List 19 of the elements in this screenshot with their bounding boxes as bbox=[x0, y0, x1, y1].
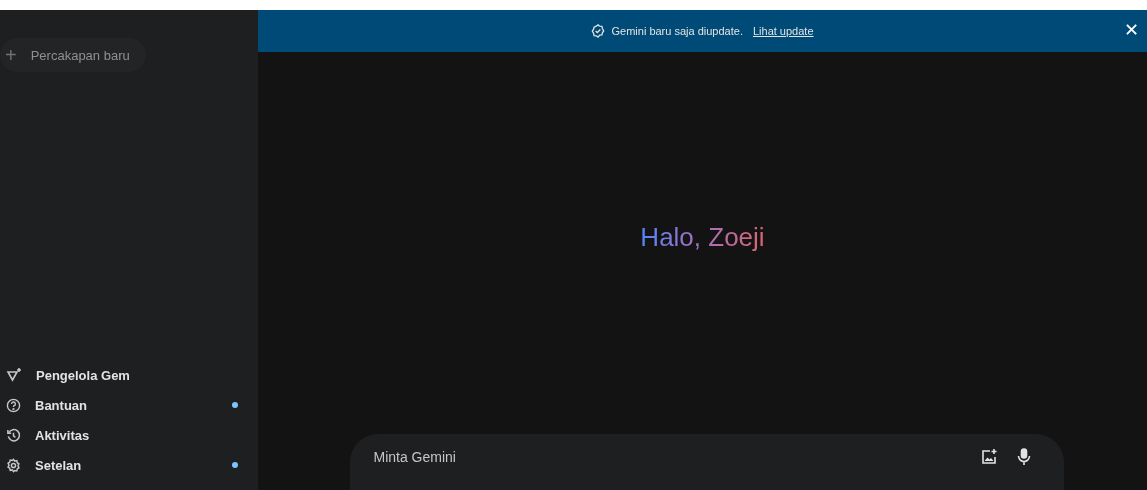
close-button[interactable]: ✕ bbox=[1120, 19, 1143, 41]
verified-check-icon bbox=[591, 24, 606, 38]
see-update-link[interactable]: Lihat update bbox=[752, 25, 814, 37]
settings-icon bbox=[6, 457, 21, 473]
diamond-sparkle-icon bbox=[6, 367, 22, 383]
sidebar-item[interactable]: Setelan bbox=[0, 450, 248, 480]
plus-icon: + bbox=[5, 43, 17, 67]
banner-message: Gemini baru saja diupdate. bbox=[611, 25, 743, 37]
help-icon bbox=[6, 397, 21, 413]
new-chat-button[interactable]: + Percakapan baru bbox=[0, 38, 146, 72]
sidebar-item[interactable]: Pengelola Gem bbox=[0, 360, 248, 390]
sidebar-item[interactable]: Bantuan bbox=[0, 390, 248, 420]
new-chat-label: Percakapan baru bbox=[30, 47, 130, 63]
prompt-input[interactable]: Minta Gemini bbox=[371, 448, 964, 466]
prompt-bar[interactable]: Minta Gemini bbox=[349, 434, 1064, 490]
image-add-icon bbox=[979, 448, 998, 466]
sidebar-item[interactable]: Aktivitas bbox=[0, 420, 248, 450]
history-icon bbox=[6, 427, 21, 443]
microphone-icon bbox=[1015, 448, 1032, 466]
